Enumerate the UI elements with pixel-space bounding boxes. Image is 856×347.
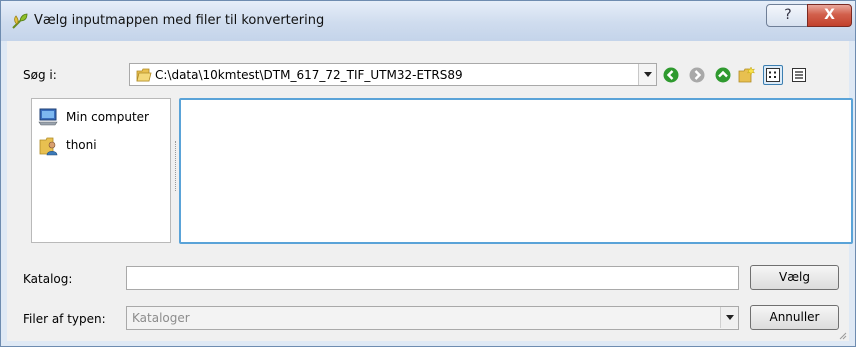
sidebar-item-label: Min computer xyxy=(66,110,149,124)
user-folder-icon xyxy=(38,135,60,160)
lookin-path: C:\data\10kmtest\DTM_617_72_TIF_UTM32-ET… xyxy=(155,68,463,82)
chevron-down-icon[interactable] xyxy=(720,307,738,328)
window-title: Vælg inputmappen med filer til konverter… xyxy=(34,13,325,28)
dialog-window: Vælg inputmappen med filer til konverter… xyxy=(0,0,856,347)
places-sidebar[interactable]: Min computer thoni xyxy=(31,98,171,243)
filetype-value: Kataloger xyxy=(132,311,190,325)
sidebar-item-computer[interactable]: Min computer xyxy=(38,107,168,127)
new-folder-icon[interactable] xyxy=(737,65,757,85)
back-icon[interactable] xyxy=(661,65,681,85)
help-button[interactable]: ? xyxy=(766,4,810,27)
sidebar-splitter-handle[interactable] xyxy=(175,141,178,191)
resize-grip-icon[interactable] xyxy=(837,329,847,340)
sidebar-item-thoni[interactable]: thoni xyxy=(38,135,168,156)
computer-icon xyxy=(38,107,60,130)
folder-icon xyxy=(136,67,152,86)
detail-view-icon[interactable] xyxy=(789,65,809,85)
qgis-app-icon xyxy=(11,12,29,30)
chevron-down-icon[interactable] xyxy=(638,64,656,85)
sidebar-item-label: thoni xyxy=(66,138,97,152)
choose-button[interactable]: Vælg xyxy=(750,265,839,290)
close-button[interactable]: X xyxy=(807,4,852,27)
lookin-label: Søg i: xyxy=(23,68,57,82)
filetype-combobox[interactable]: Kataloger xyxy=(126,306,739,330)
list-view-icon[interactable] xyxy=(763,65,783,85)
lookin-combobox[interactable]: C:\data\10kmtest\DTM_617_72_TIF_UTM32-ET… xyxy=(129,63,657,86)
katalog-label: Katalog: xyxy=(23,272,73,286)
cancel-button[interactable]: Annuller xyxy=(750,305,839,330)
filetype-label: Filer af typen: xyxy=(23,312,106,326)
title-bar[interactable]: Vælg inputmappen med filer til konverter… xyxy=(1,1,855,41)
katalog-input[interactable] xyxy=(126,266,739,290)
dialog-body: Søg i: C:\data\10kmtest\DTM_617_72_TIF_U… xyxy=(7,41,853,341)
up-folder-icon[interactable] xyxy=(713,65,733,85)
forward-icon[interactable] xyxy=(687,65,707,85)
file-list[interactable] xyxy=(179,98,853,244)
